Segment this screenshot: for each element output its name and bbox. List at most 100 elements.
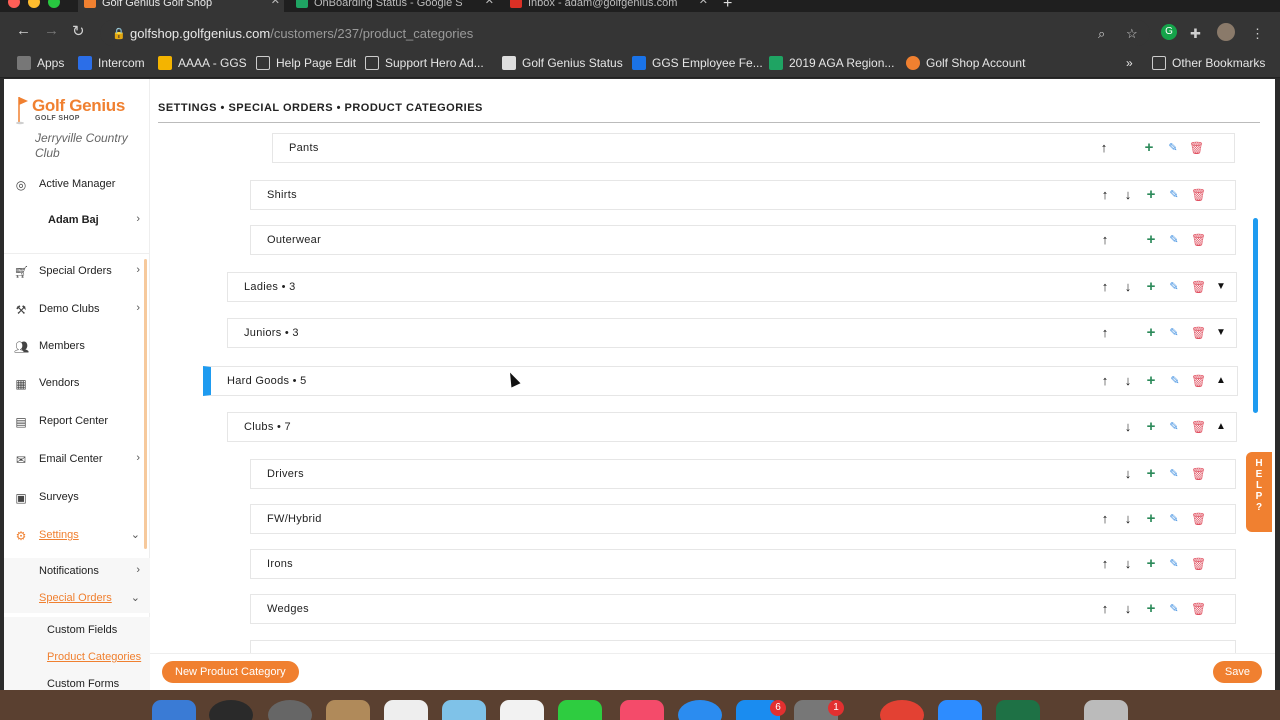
music-icon[interactable] xyxy=(620,700,664,720)
edit-pencil-icon[interactable]: ✎ xyxy=(1167,326,1181,340)
browser-tab-golf-shop[interactable]: Golf Genius Golf Shop ✕ xyxy=(78,0,284,12)
add-icon[interactable]: + xyxy=(1144,373,1158,388)
zoom-window-icon[interactable] xyxy=(48,0,60,8)
category-row-wedges[interactable]: Wedges ↑ ↓ + ✎ 🗑︎ xyxy=(250,594,1236,624)
move-up-icon[interactable]: ↑ xyxy=(1098,602,1112,616)
expand-caret-down-icon[interactable]: ▼ xyxy=(1214,326,1228,340)
close-tab-icon[interactable]: ✕ xyxy=(699,0,708,7)
edit-pencil-icon[interactable]: ✎ xyxy=(1167,512,1181,526)
user-menu[interactable]: Adam Baj › xyxy=(4,207,150,235)
category-row-juniors[interactable]: Juniors • 3 ↑ + ✎ 🗑︎ ▼ xyxy=(227,318,1237,348)
move-up-icon[interactable]: ↑ xyxy=(1098,557,1112,571)
category-row-fw-hybrid[interactable]: FW/Hybrid ↑ ↓ + ✎ 🗑︎ xyxy=(250,504,1236,534)
delete-trash-icon[interactable]: 🗑︎ xyxy=(1191,557,1206,571)
add-icon[interactable]: + xyxy=(1144,232,1158,247)
profile-avatar-icon[interactable] xyxy=(1217,23,1235,41)
sidebar-subsubitem-custom-forms[interactable]: Custom Forms xyxy=(4,671,150,690)
finder-icon[interactable] xyxy=(152,700,196,720)
edit-pencil-icon[interactable]: ✎ xyxy=(1167,188,1181,202)
sidebar-item-report-center[interactable]: ▤ Report Center xyxy=(4,408,150,436)
move-down-icon[interactable]: ↓ xyxy=(1121,374,1135,388)
add-icon[interactable]: + xyxy=(1144,601,1158,616)
delete-trash-icon[interactable]: 🗑︎ xyxy=(1191,420,1206,434)
category-row-shirts[interactable]: Shirts ↑ ↓ + ✎ 🗑︎ xyxy=(250,180,1236,210)
move-up-icon[interactable]: ↑ xyxy=(1098,374,1112,388)
move-down-icon[interactable]: ↓ xyxy=(1121,557,1135,571)
grammarly-extension-icon[interactable]: G xyxy=(1161,24,1177,40)
close-tab-icon[interactable]: ✕ xyxy=(485,0,494,7)
category-row-outerwear[interactable]: Outerwear ↑ + ✎ 🗑︎ xyxy=(250,225,1236,255)
delete-trash-icon[interactable]: 🗑︎ xyxy=(1191,326,1206,340)
delete-trash-icon[interactable]: 🗑︎ xyxy=(1191,467,1206,481)
browser-tab-inbox[interactable]: Inbox - adam@golfgenius.com ✕ xyxy=(504,0,712,12)
facetime-icon[interactable] xyxy=(558,700,602,720)
sidebar-item-surveys[interactable]: ▣ Surveys xyxy=(4,484,150,512)
category-row-irons[interactable]: Irons ↑ ↓ + ✎ 🗑︎ xyxy=(250,549,1236,579)
bookmark-intercom[interactable]: Intercom xyxy=(78,56,145,70)
add-icon[interactable]: + xyxy=(1144,556,1158,571)
move-up-icon[interactable]: ↑ xyxy=(1098,280,1112,294)
extensions-puzzle-icon[interactable]: ✚ xyxy=(1190,26,1201,42)
sidebar-subsubitem-product-categories[interactable]: Product Categories xyxy=(4,644,150,672)
new-product-category-button[interactable]: New Product Category xyxy=(162,661,299,683)
bookmark-help-page-edit[interactable]: Help Page Edit xyxy=(256,56,356,70)
move-down-icon[interactable]: ↓ xyxy=(1121,420,1135,434)
edit-pencil-icon[interactable]: ✎ xyxy=(1167,557,1181,571)
expand-caret-down-icon[interactable]: ▼ xyxy=(1214,280,1228,294)
zoom-app-icon[interactable] xyxy=(938,700,982,720)
category-row-ladies[interactable]: Ladies • 3 ↑ ↓ + ✎ 🗑︎ ▼ xyxy=(227,272,1237,302)
bookmarks-overflow[interactable]: » xyxy=(1126,56,1133,70)
edit-pencil-icon[interactable]: ✎ xyxy=(1167,602,1181,616)
move-down-icon[interactable]: ↓ xyxy=(1121,602,1135,616)
bookmark-golf-shop-account[interactable]: Golf Shop Account xyxy=(906,56,1025,70)
sidebar-subsubitem-custom-fields[interactable]: Custom Fields xyxy=(4,617,150,645)
active-manager[interactable]: ◎ Active Manager xyxy=(4,171,150,199)
delete-trash-icon[interactable]: 🗑︎ xyxy=(1191,188,1206,202)
help-tab[interactable]: H E L P ? xyxy=(1246,452,1272,532)
move-down-icon[interactable]: ↓ xyxy=(1121,467,1135,481)
sidebar-item-vendors[interactable]: ▦ Vendors xyxy=(4,370,150,398)
close-window-icon[interactable] xyxy=(8,0,20,8)
notes-icon[interactable] xyxy=(326,700,370,720)
edit-pencil-icon[interactable]: ✎ xyxy=(1167,280,1181,294)
maps-icon[interactable] xyxy=(442,700,486,720)
close-tab-icon[interactable]: ✕ xyxy=(271,0,280,7)
bookmark-aaaa-ggs[interactable]: AAAA - GGS xyxy=(158,56,247,70)
edit-pencil-icon[interactable]: ✎ xyxy=(1167,420,1181,434)
delete-trash-icon[interactable]: 🗑︎ xyxy=(1191,233,1206,247)
sidebar-item-demo-clubs[interactable]: ⚒ Demo Clubs › xyxy=(4,296,150,324)
sidebar-subitem-special-orders[interactable]: Special Orders ⌄ xyxy=(4,585,150,613)
forward-icon[interactable]: → xyxy=(44,22,59,39)
edit-pencil-icon[interactable]: ✎ xyxy=(1167,233,1181,247)
sidebar-item-settings[interactable]: ⚙ Settings ⌄ xyxy=(4,522,150,550)
bookmark-golf-genius-status[interactable]: Golf Genius Status xyxy=(502,56,623,70)
move-up-icon[interactable]: ↑ xyxy=(1098,188,1112,202)
save-button[interactable]: Save xyxy=(1212,661,1262,683)
reload-icon[interactable]: ↻ xyxy=(72,22,85,40)
bookmark-ggs-employee[interactable]: GGS Employee Fe... xyxy=(632,56,763,70)
move-down-icon[interactable]: ↓ xyxy=(1121,280,1135,294)
minimize-window-icon[interactable] xyxy=(28,0,40,8)
delete-trash-icon[interactable]: 🗑︎ xyxy=(1189,141,1204,155)
add-icon[interactable]: + xyxy=(1144,419,1158,434)
scrollbar-thumb[interactable] xyxy=(1253,218,1258,413)
sidebar-item-special-orders[interactable]: 🛒︎ Special Orders › xyxy=(4,258,150,286)
category-row-drivers[interactable]: Drivers ↓ + ✎ 🗑︎ xyxy=(250,459,1236,489)
sidebar-item-email-center[interactable]: ✉ Email Center › xyxy=(4,446,150,474)
collapse-caret-up-icon[interactable]: ▲ xyxy=(1214,420,1228,434)
collapse-caret-up-icon[interactable]: ▲ xyxy=(1214,374,1228,388)
edit-pencil-icon[interactable]: ✎ xyxy=(1168,374,1182,388)
menu-kebab-icon[interactable]: ⋮ xyxy=(1251,26,1264,42)
add-icon[interactable]: + xyxy=(1144,325,1158,340)
zoom-search-icon[interactable]: ⌕ xyxy=(1098,26,1105,42)
sidebar-item-members[interactable]: 👥︎ Members xyxy=(4,333,150,361)
move-down-icon[interactable]: ↓ xyxy=(1121,512,1135,526)
add-icon[interactable]: + xyxy=(1144,279,1158,294)
move-up-icon[interactable]: ↑ xyxy=(1097,141,1111,155)
calendar-icon[interactable] xyxy=(384,700,428,720)
excel-icon[interactable] xyxy=(996,700,1040,720)
bookmark-apps[interactable]: Apps xyxy=(17,56,64,70)
other-bookmarks[interactable]: Other Bookmarks xyxy=(1152,56,1265,70)
address-bar[interactable]: 🔒 golfshop.golfgenius.com/customers/237/… xyxy=(100,20,1150,46)
add-icon[interactable]: + xyxy=(1144,187,1158,202)
